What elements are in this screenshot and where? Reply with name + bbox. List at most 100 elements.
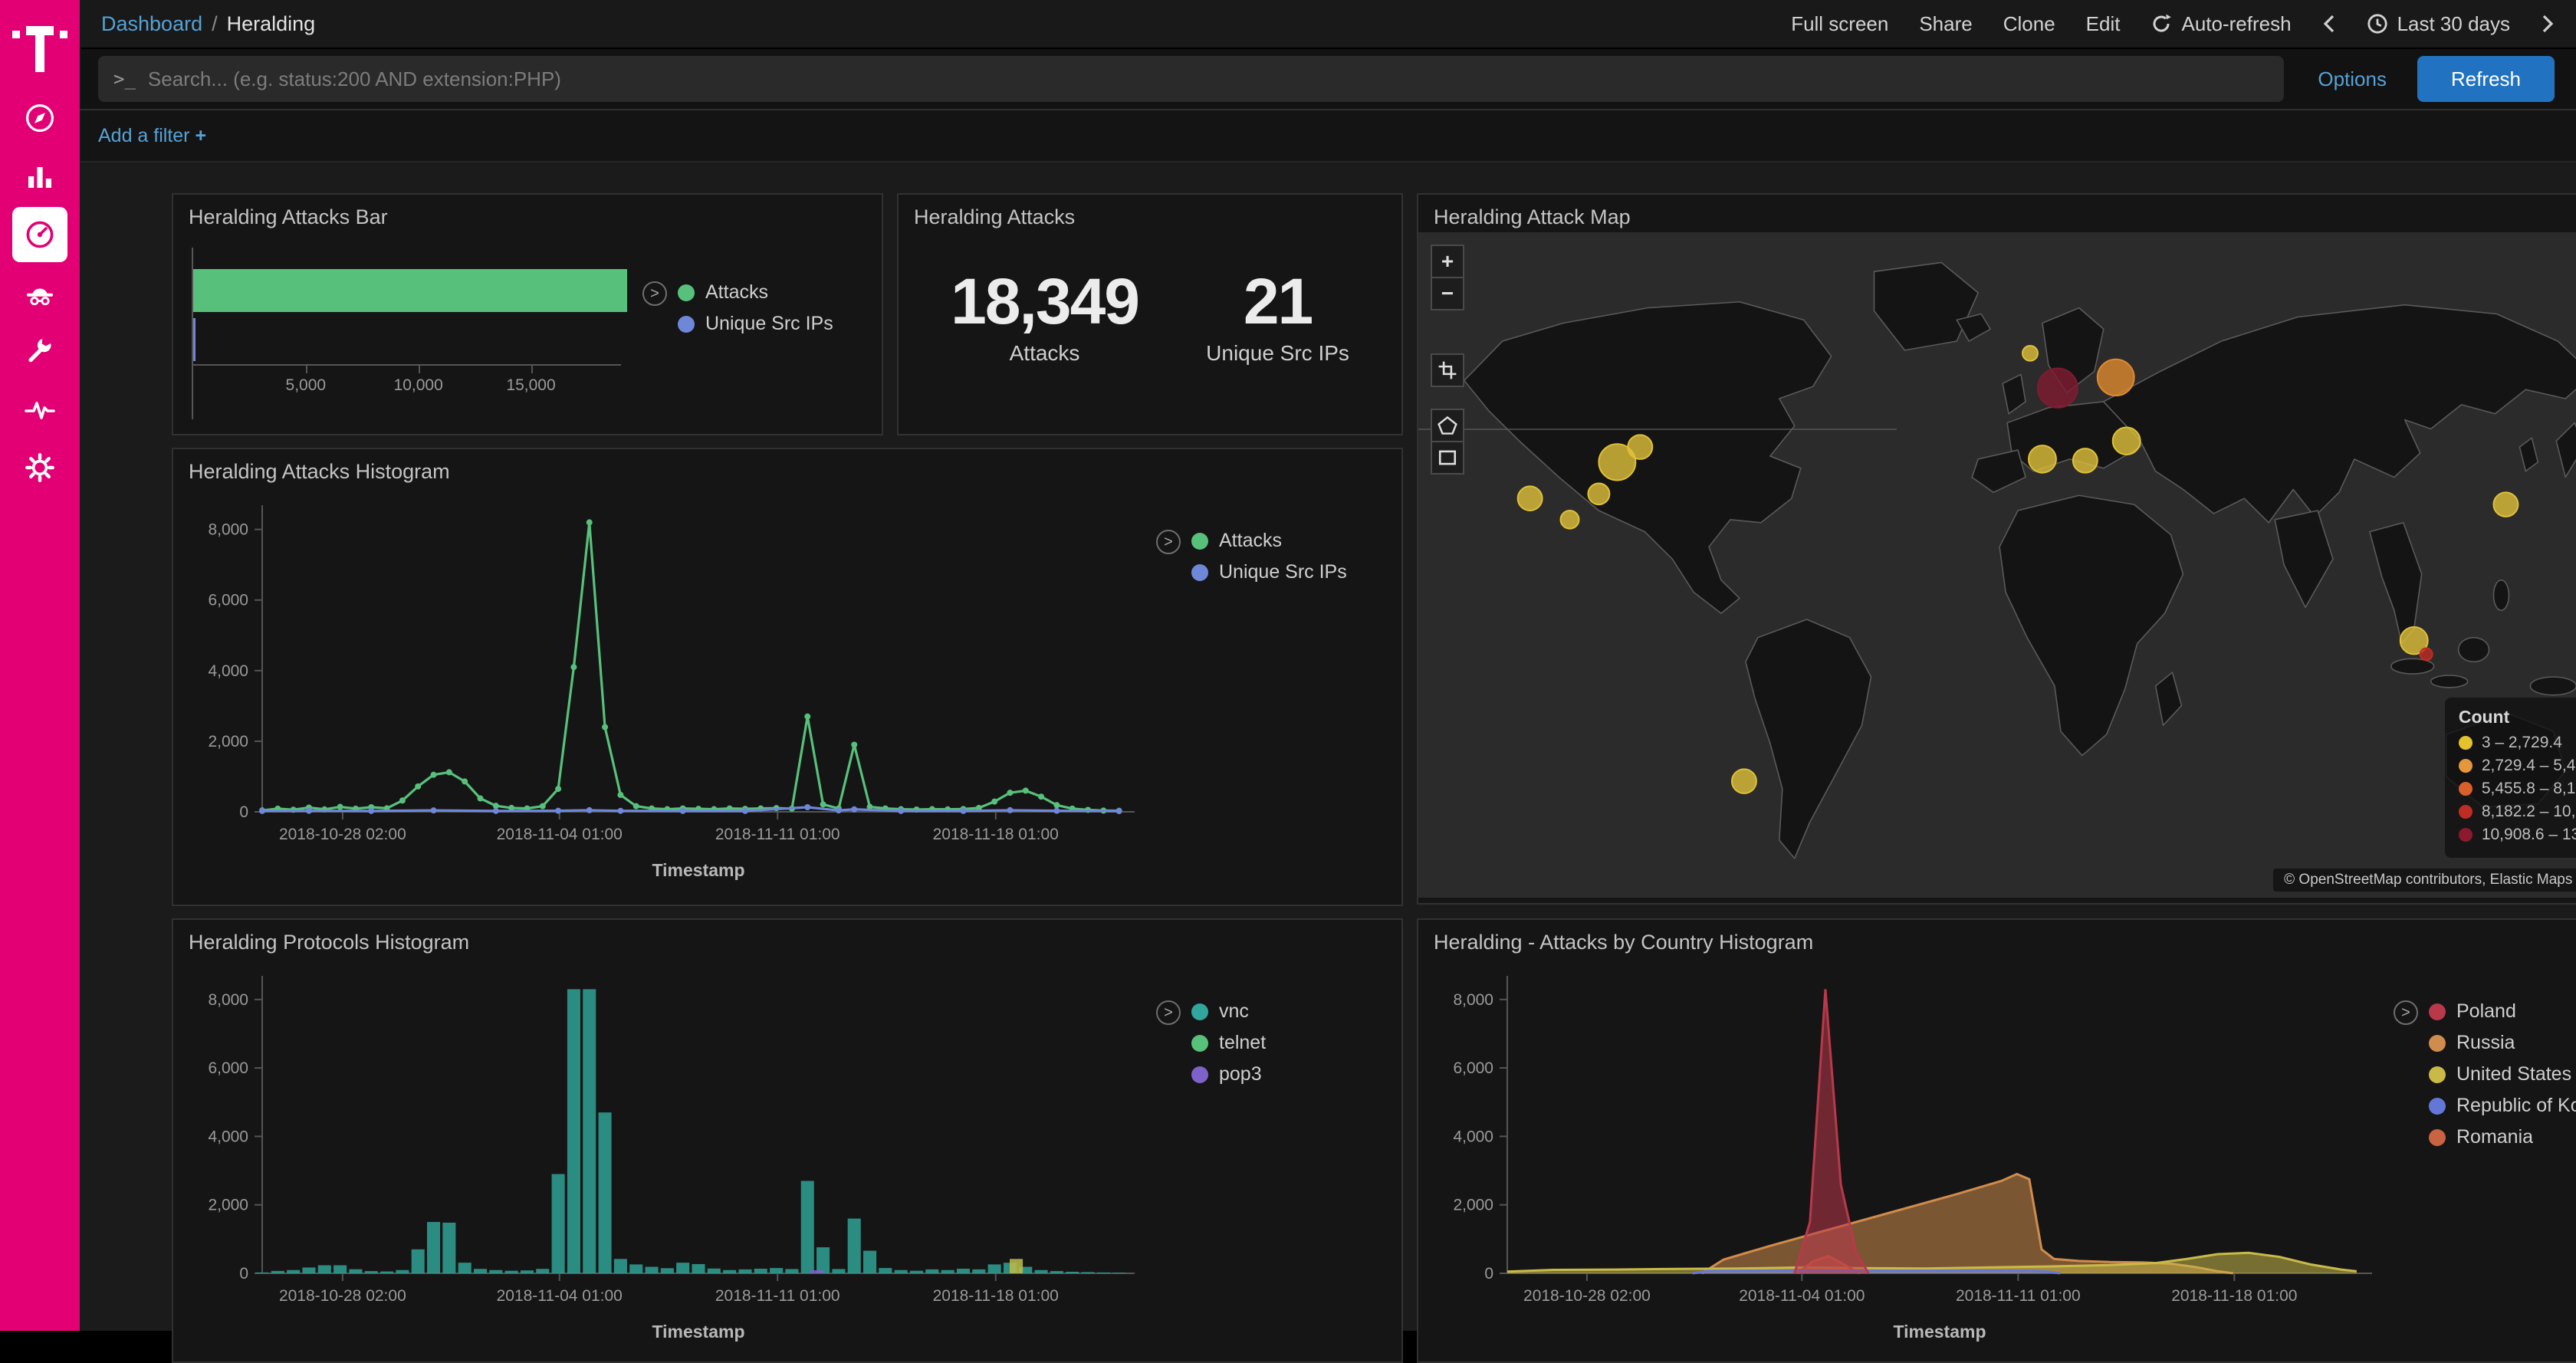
legend-item[interactable]: Attacks — [678, 281, 833, 304]
telekom-logo — [0, 0, 80, 89]
svg-text:8,000: 8,000 — [208, 991, 248, 1009]
metric-value: 21 — [1206, 268, 1349, 335]
time-forward-button[interactable] — [2541, 13, 2555, 34]
attack-circle[interactable] — [1588, 483, 1609, 504]
legend-toggle[interactable]: > — [2394, 1000, 2418, 1025]
attacks-histogram-chart[interactable]: 02,0004,0006,0008,0002018-10-28 02:00201… — [182, 493, 1156, 894]
panel-title[interactable]: Heralding Attack Map — [1418, 195, 2576, 232]
zoom-out-button[interactable]: − — [1431, 277, 1464, 310]
full-screen-button[interactable]: Full screen — [1791, 12, 1888, 36]
legend-dot — [1191, 1003, 1208, 1020]
time-back-button[interactable] — [2322, 13, 2336, 34]
sidebar-item-monitoring[interactable] — [0, 380, 80, 438]
compass-icon — [23, 101, 57, 135]
axis-tick — [419, 366, 420, 373]
svg-text:2018-11-18 01:00: 2018-11-18 01:00 — [2171, 1287, 2297, 1305]
axis-tick-label: 10,000 — [394, 376, 443, 395]
options-link[interactable]: Options — [2318, 67, 2387, 91]
legend-dot — [2459, 828, 2472, 842]
svg-text:0: 0 — [239, 803, 248, 821]
legend-dot — [1191, 1066, 1208, 1083]
attack-circle[interactable] — [2098, 360, 2134, 396]
svg-text:4,000: 4,000 — [208, 662, 248, 680]
clone-button[interactable]: Clone — [2003, 12, 2055, 36]
panel-attacks-histogram: Heralding Attacks Histogram 02,0004,0006… — [172, 448, 1403, 906]
plus-icon: + — [195, 125, 206, 146]
active-app-tile — [12, 207, 67, 262]
metric-value: 18,349 — [951, 268, 1138, 335]
share-button[interactable]: Share — [1919, 12, 1972, 36]
attack-circle[interactable] — [2038, 369, 2078, 408]
map-legend-entry: 8,182.2 – 10,908.6 — [2459, 803, 2576, 821]
legend-item[interactable]: telnet — [1191, 1032, 1266, 1054]
attack-circle[interactable] — [2420, 649, 2433, 661]
attack-circle[interactable] — [2073, 448, 2098, 473]
bar-unique-src-ips[interactable] — [193, 318, 196, 361]
legend-toggle[interactable]: > — [642, 281, 667, 306]
map-legend-title: Count — [2459, 707, 2576, 727]
time-range-picker[interactable]: Last 30 days — [2367, 12, 2510, 36]
attack-circle[interactable] — [2029, 445, 2056, 473]
auto-refresh-button[interactable]: Auto-refresh — [2150, 12, 2291, 36]
search-box[interactable]: >_ — [98, 56, 2284, 102]
sidebar-item-management[interactable] — [0, 438, 80, 497]
sidebar-item-spy[interactable] — [0, 264, 80, 322]
axis-tick — [306, 366, 307, 373]
edit-button[interactable]: Edit — [2086, 12, 2121, 36]
search-input[interactable] — [148, 67, 2269, 91]
horizontal-bar-chart[interactable]: 5,00010,00015,000 — [192, 248, 642, 419]
svg-text:2018-11-04 01:00: 2018-11-04 01:00 — [497, 1287, 623, 1305]
draw-polygon-button[interactable] — [1431, 409, 1464, 442]
legend-item[interactable]: Poland — [2429, 1000, 2576, 1023]
add-filter-link[interactable]: Add a filter + — [98, 125, 206, 147]
world-map-svg — [1418, 232, 2576, 898]
legend-item[interactable]: Republic of Korea — [2429, 1095, 2576, 1117]
draw-rectangle-button[interactable] — [1431, 441, 1464, 475]
panel-attacks-metric: Heralding Attacks 18,349 Attacks 21 Uniq… — [897, 193, 1403, 435]
legend-item[interactable]: Attacks — [1191, 530, 1347, 552]
legend-item[interactable]: vnc — [1191, 1000, 1266, 1023]
attack-circle[interactable] — [2113, 427, 2141, 455]
legend-toggle[interactable]: > — [1156, 1000, 1181, 1025]
legend-toggle[interactable]: > — [1156, 530, 1181, 554]
protocols-histogram-chart[interactable]: 02,0004,0006,0008,0002018-10-28 02:00201… — [182, 964, 1156, 1355]
legend-item[interactable]: Romania — [2429, 1126, 2576, 1148]
chevron-left-icon — [2322, 13, 2336, 34]
sidebar-item-visualize[interactable] — [0, 147, 80, 205]
panel-title[interactable]: Heralding Protocols Histogram — [173, 920, 1401, 957]
attack-circle[interactable] — [1518, 486, 1543, 511]
sidebar-item-dashboard[interactable] — [0, 205, 80, 264]
axis-tick-label: 5,000 — [286, 376, 327, 395]
sidebar-item-devtools[interactable] — [0, 322, 80, 380]
legend-dot — [1191, 564, 1208, 581]
attack-circle[interactable] — [1628, 435, 1652, 459]
panel-attacks-bar: Heralding Attacks Bar 5,00010,00015,000 … — [172, 193, 883, 435]
legend-item[interactable]: pop3 — [1191, 1063, 1266, 1085]
attack-circle[interactable] — [2493, 492, 2518, 517]
attack-circle[interactable] — [2022, 346, 2038, 361]
panel-title[interactable]: Heralding Attacks — [899, 195, 1401, 232]
dashboard-gauge-icon — [23, 218, 57, 251]
zoom-in-button[interactable]: + — [1431, 245, 1464, 278]
legend-item[interactable]: United States — [2429, 1063, 2576, 1085]
legend-item[interactable]: Russia — [2429, 1032, 2576, 1054]
bar-attacks[interactable] — [193, 269, 627, 312]
panel-title[interactable]: Heralding Attacks Bar — [173, 195, 882, 232]
sidebar-item-discover[interactable] — [0, 89, 80, 147]
attack-circle[interactable] — [1732, 769, 1756, 793]
attack-circle[interactable] — [1561, 511, 1579, 529]
refresh-button[interactable]: Refresh — [2417, 56, 2555, 102]
fit-data-button[interactable] — [1431, 353, 1464, 387]
heartbeat-icon — [23, 392, 57, 426]
country-histogram-chart[interactable]: 02,0004,0006,0008,0002018-10-28 02:00201… — [1428, 964, 2394, 1355]
sidebar — [0, 0, 80, 1331]
panel-title[interactable]: Heralding Attacks Histogram — [173, 449, 1401, 487]
panel-title[interactable]: Heralding - Attacks by Country Histogram — [1418, 920, 2576, 957]
legend-range-label: 8,182.2 – 10,908.6 — [2482, 803, 2576, 821]
legend-item[interactable]: Unique Src IPs — [678, 313, 833, 335]
breadcrumb-dashboard-link[interactable]: Dashboard — [101, 12, 202, 36]
world-map[interactable]: + − — [1418, 232, 2576, 898]
legend-item[interactable]: Unique Src IPs — [1191, 561, 1347, 583]
svg-text:8,000: 8,000 — [208, 521, 248, 539]
breadcrumb: Dashboard / Heralding — [101, 12, 315, 36]
